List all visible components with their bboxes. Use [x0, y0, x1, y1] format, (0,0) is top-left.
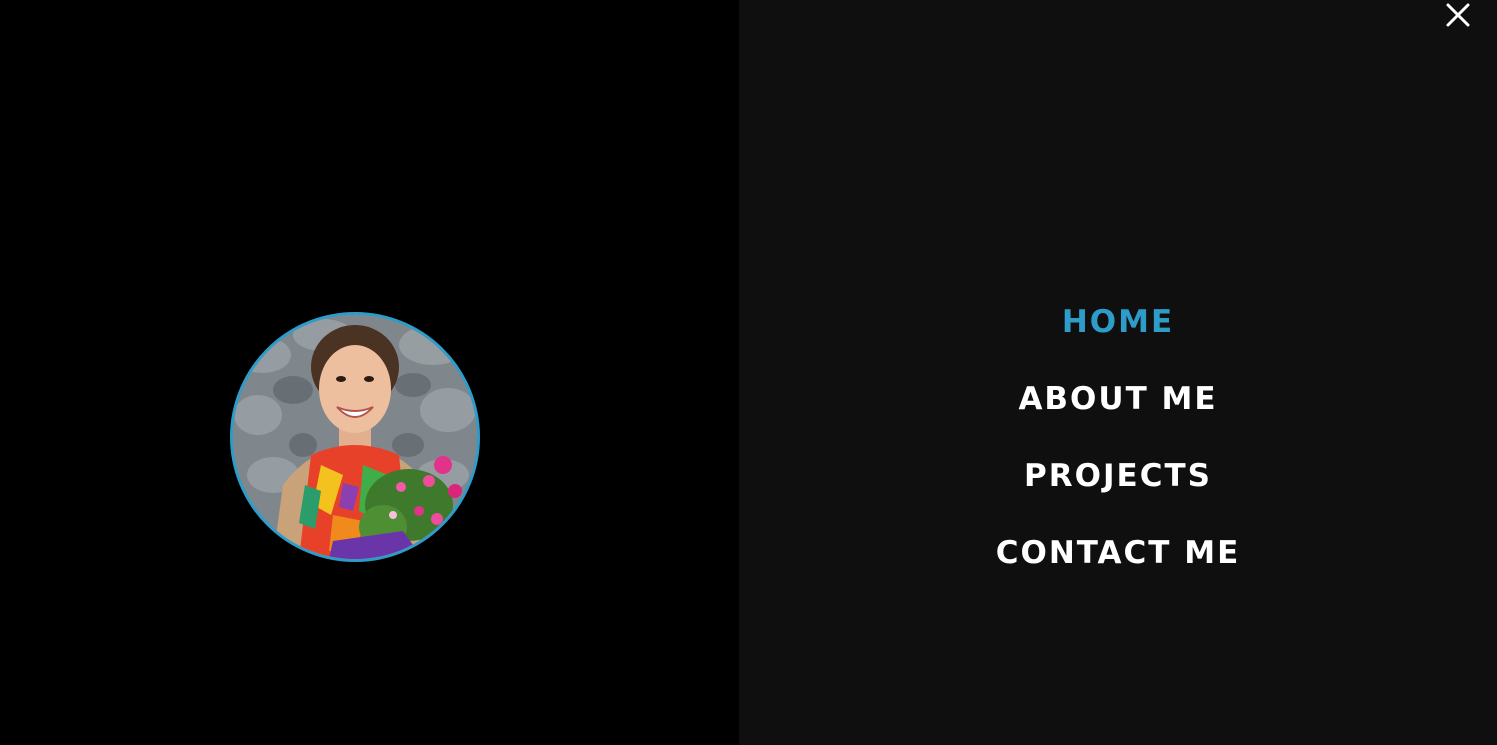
profile-photo	[233, 315, 477, 559]
page: HOME ABOUT ME PROJECTS CONTACT ME	[0, 0, 1497, 745]
nav-link-contact[interactable]: CONTACT ME	[996, 527, 1241, 579]
profile-avatar	[230, 312, 480, 562]
close-icon	[1446, 3, 1470, 27]
nav-link-home[interactable]: HOME	[1062, 296, 1174, 348]
nav-item-projects: PROJECTS	[739, 450, 1497, 527]
nav-link-about[interactable]: ABOUT ME	[1018, 373, 1217, 425]
nav-item-contact: CONTACT ME	[739, 527, 1497, 604]
main-nav: HOME ABOUT ME PROJECTS CONTACT ME	[739, 296, 1497, 604]
nav-link-projects[interactable]: PROJECTS	[1024, 450, 1212, 502]
nav-item-home: HOME	[739, 296, 1497, 373]
nav-item-about: ABOUT ME	[739, 373, 1497, 450]
close-menu-button[interactable]	[1445, 2, 1471, 28]
profile-panel	[0, 0, 739, 745]
menu-panel: HOME ABOUT ME PROJECTS CONTACT ME	[739, 0, 1497, 745]
